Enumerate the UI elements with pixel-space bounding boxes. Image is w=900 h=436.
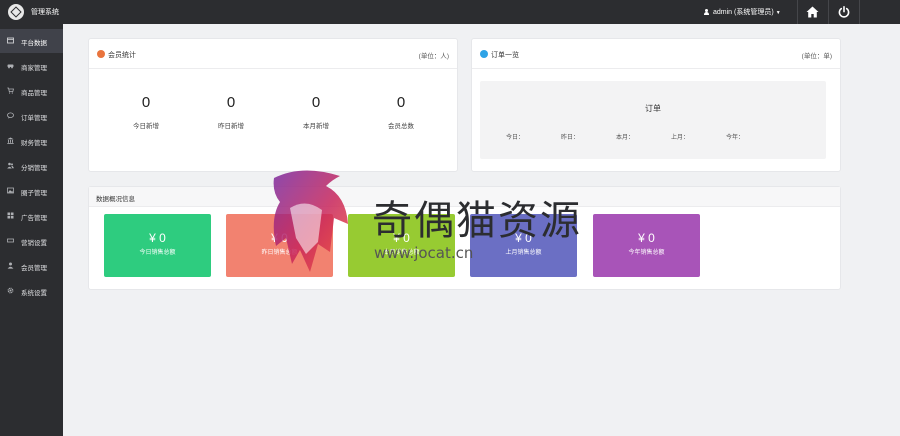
sidebar-item-label: 广告管理 xyxy=(21,215,47,222)
order-field-yesterday: 昨日： xyxy=(561,135,580,141)
order-field-last-month: 上月： xyxy=(671,135,690,141)
logo-icon xyxy=(8,4,24,20)
tile-label: 上月销售总额 xyxy=(505,250,542,256)
sidebar-item-distribution[interactable]: 分销管理 xyxy=(0,154,63,178)
sales-tile-year[interactable]: ¥ 0 今年销售总额 xyxy=(593,214,700,277)
sales-tile-today[interactable]: ¥ 0 今日销售总额 xyxy=(104,214,211,277)
order-box-title: 订单 xyxy=(645,104,661,113)
cart-icon xyxy=(7,87,14,94)
data-overview-panel: 数据概况信息 ¥ 0 今日销售总额 ¥ 0 昨日销售总额 ¥ 0 本月销售总额 … xyxy=(88,186,841,290)
power-icon xyxy=(838,6,850,18)
sidebar-item-label: 分销管理 xyxy=(21,165,47,172)
sidebar-item-members[interactable]: 会员管理 xyxy=(0,254,63,278)
tile-amount: ¥ 0 xyxy=(515,231,532,245)
topbar-divider xyxy=(859,0,860,24)
orders-icon xyxy=(480,50,488,58)
home-button[interactable] xyxy=(798,0,828,24)
user-name: admin (系统管理员) xyxy=(713,9,774,16)
member-stats-panel: 会员统计 (单位：人) 0 今日新增 0 昨日新增 0 本月新增 0 会员总数 xyxy=(88,38,458,172)
panel-header: 会员统计 (单位：人) xyxy=(89,39,457,69)
stat-yesterday-new-label: 昨日新增 xyxy=(218,123,244,130)
tile-label: 昨日销售总额 xyxy=(261,250,298,256)
sidebar-item-products[interactable]: 商品管理 xyxy=(0,79,63,103)
caret-down-icon: ▼ xyxy=(775,10,781,16)
image-icon xyxy=(7,187,14,194)
sidebar-item-platform-data[interactable]: 平台数据 xyxy=(0,29,63,53)
stat-today-new-value: 0 xyxy=(141,94,151,111)
order-field-month: 本月： xyxy=(616,135,635,141)
panel-unit: (单位：人) xyxy=(418,53,449,60)
sidebar-item-settings[interactable]: 系统设置 xyxy=(0,279,63,303)
tile-label: 今年销售总额 xyxy=(628,250,665,256)
stat-total-label: 会员总数 xyxy=(388,123,414,130)
tile-amount: ¥ 0 xyxy=(638,231,655,245)
user-icon xyxy=(704,9,709,15)
sidebar-item-orders[interactable]: 订单管理 xyxy=(0,104,63,128)
tile-amount: ¥ 0 xyxy=(271,231,288,245)
panel-unit: (单位：单) xyxy=(801,53,832,60)
panel-header: 订单一览 (单位：单) xyxy=(472,39,840,69)
bank-icon xyxy=(7,137,14,144)
tile-amount: ¥ 0 xyxy=(393,231,410,245)
sidebar-item-label: 财务管理 xyxy=(21,140,47,147)
order-field-year: 今年： xyxy=(726,135,745,141)
sidebar-item-label: 会员管理 xyxy=(21,265,47,272)
chat-icon xyxy=(7,112,14,119)
sales-tile-last-month[interactable]: ¥ 0 上月销售总额 xyxy=(470,214,577,277)
sidebar-item-circles[interactable]: 圈子管理 xyxy=(0,179,63,203)
order-summary-box: 订单 今日： 昨日： 本月： 上月： 今年： xyxy=(480,81,826,159)
app-title: 管理系统 xyxy=(31,9,59,16)
sidebar-item-merchants[interactable]: 商家管理 xyxy=(0,54,63,78)
stat-month-new-label: 本月新增 xyxy=(303,123,329,130)
stat-today-new-label: 今日新增 xyxy=(133,123,159,130)
tile-label: 本月销售总额 xyxy=(383,250,420,256)
panel-header: 数据概况信息 xyxy=(89,187,840,207)
marketing-icon xyxy=(7,238,14,243)
user-icon xyxy=(7,262,14,269)
gear-icon xyxy=(7,287,14,294)
members-icon xyxy=(97,50,105,58)
stat-total-value: 0 xyxy=(396,94,406,111)
panel-title: 会员统计 xyxy=(108,52,136,59)
logout-button[interactable] xyxy=(829,0,859,24)
stat-yesterday-new-value: 0 xyxy=(226,94,236,111)
order-overview-panel: 订单一览 (单位：单) 订单 今日： 昨日： 本月： 上月： 今年： xyxy=(471,38,841,172)
sidebar-item-label: 商家管理 xyxy=(21,65,47,72)
tile-amount: ¥ 0 xyxy=(149,231,166,245)
sidebar-item-label: 圈子管理 xyxy=(21,190,47,197)
top-bar: 管理系统 admin (系统管理员) ▼ xyxy=(0,0,900,24)
car-icon xyxy=(7,64,14,69)
panel-title: 订单一览 xyxy=(491,52,519,59)
sidebar-item-ads[interactable]: 广告管理 xyxy=(0,204,63,228)
sidebar-item-finance[interactable]: 财务管理 xyxy=(0,129,63,153)
users-icon xyxy=(7,162,14,169)
sidebar-item-marketing[interactable]: 营销设置 xyxy=(0,229,63,253)
sales-tile-month[interactable]: ¥ 0 本月销售总额 xyxy=(348,214,455,277)
home-icon xyxy=(806,6,819,18)
sales-tile-yesterday[interactable]: ¥ 0 昨日销售总额 xyxy=(226,214,333,277)
tile-label: 今日销售总额 xyxy=(139,250,176,256)
sidebar-item-label: 营销设置 xyxy=(21,240,47,247)
stat-month-new-value: 0 xyxy=(311,94,321,111)
sidebar: 平台数据 商家管理 商品管理 订单管理 财务管理 分销管理 圈子管理 广告管理 … xyxy=(0,24,63,436)
sidebar-item-label: 系统设置 xyxy=(21,290,47,297)
dashboard-icon xyxy=(7,37,14,44)
sidebar-item-label: 商品管理 xyxy=(21,90,47,97)
panel-title: 数据概况信息 xyxy=(96,196,135,203)
sidebar-item-label: 平台数据 xyxy=(21,40,47,47)
user-menu[interactable]: admin (系统管理员) ▼ xyxy=(704,7,781,17)
sidebar-item-label: 订单管理 xyxy=(21,115,47,122)
order-field-today: 今日： xyxy=(506,135,525,141)
grid-icon xyxy=(7,212,14,219)
